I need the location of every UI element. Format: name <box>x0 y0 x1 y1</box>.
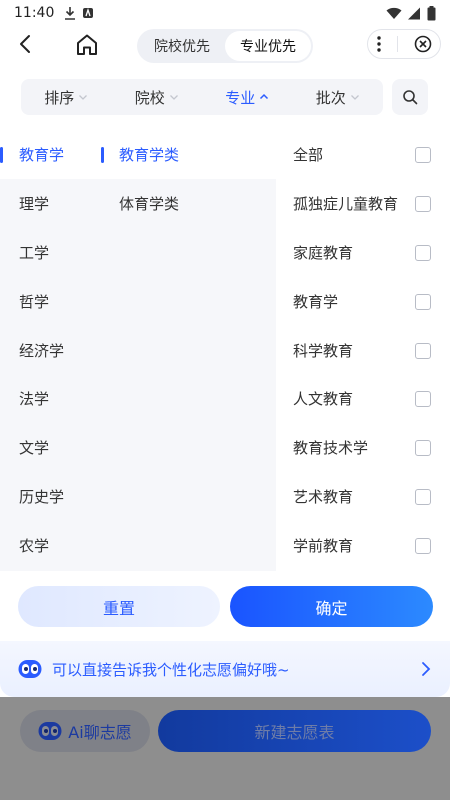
ai-chat-label: Ai聊志愿 <box>68 723 132 742</box>
battery-icon <box>427 5 436 20</box>
major-item[interactable]: 全部 <box>276 130 450 179</box>
dimmed-bottom-bar: Ai聊志愿 新建志愿表 <box>0 697 450 800</box>
ai-preference-banner[interactable]: 可以直接告诉我个性化志愿偏好哦~ <box>0 641 450 697</box>
filter-bar: 排序 院校 专业 批次 <box>21 79 383 115</box>
confirm-button[interactable]: 确定 <box>230 586 433 627</box>
subcategory-list: 教育学类 体育学类 <box>101 130 276 571</box>
filter-major[interactable]: 专业 <box>202 87 293 108</box>
back-arrow-icon <box>20 35 30 53</box>
discipline-item[interactable]: 经济学 <box>0 326 101 375</box>
discipline-item[interactable]: 历史学 <box>0 472 101 521</box>
close-icon[interactable] <box>414 35 432 53</box>
ai-chat-button[interactable]: Ai聊志愿 <box>20 710 150 752</box>
subcategory-item[interactable]: 体育学类 <box>101 179 276 228</box>
filter-major-label: 专业 <box>225 88 256 107</box>
back-button[interactable] <box>14 32 38 56</box>
major-item[interactable]: 家庭教育 <box>276 228 450 277</box>
chevron-right-icon <box>422 662 431 676</box>
download-icon <box>65 7 76 20</box>
major-checkbox[interactable] <box>415 489 431 506</box>
action-row: 重置 确定 <box>0 571 450 641</box>
filter-sort-label: 排序 <box>44 88 75 107</box>
chevron-down-icon <box>79 95 88 100</box>
filter-sort[interactable]: 排序 <box>21 87 112 108</box>
filter-school[interactable]: 院校 <box>112 87 203 108</box>
search-button[interactable] <box>392 79 428 115</box>
major-checkbox[interactable] <box>415 342 431 359</box>
discipline-item[interactable]: 农学 <box>0 521 101 570</box>
status-bar: 11:40 <box>0 0 450 26</box>
more-icon[interactable] <box>376 36 382 52</box>
filter-batch[interactable]: 批次 <box>293 87 384 108</box>
ai-assistant-icon <box>18 660 42 678</box>
discipline-item[interactable]: 理学 <box>0 179 101 228</box>
filter-school-label: 院校 <box>134 88 165 107</box>
major-label: 教育技术学 <box>293 439 369 458</box>
ai-banner-text: 可以直接告诉我个性化志愿偏好哦~ <box>52 660 290 679</box>
signal-icon <box>408 7 420 19</box>
major-label: 艺术教育 <box>293 488 354 507</box>
major-checkbox[interactable] <box>415 440 431 457</box>
status-time: 11:40 <box>14 5 55 21</box>
app-notification-icon <box>83 7 94 18</box>
discipline-item[interactable]: 文学 <box>0 423 101 472</box>
home-button[interactable] <box>74 32 100 58</box>
priority-segmented-control: 院校优先 专业优先 <box>137 29 313 63</box>
major-item[interactable]: 孤独症儿童教育 <box>276 179 450 228</box>
chevron-down-icon <box>169 95 178 100</box>
major-label: 学前教育 <box>293 537 354 556</box>
discipline-item[interactable]: 法学 <box>0 374 101 423</box>
discipline-item[interactable]: 哲学 <box>0 277 101 326</box>
segment-major-priority[interactable]: 专业优先 <box>225 31 311 61</box>
ai-assistant-icon <box>38 722 62 740</box>
major-item[interactable]: 学前教育 <box>276 521 450 570</box>
wifi-icon <box>386 7 402 19</box>
major-label: 孤独症儿童教育 <box>293 194 399 213</box>
mini-program-capsule <box>367 29 441 59</box>
major-label: 科学教育 <box>293 341 354 360</box>
major-list: 全部 孤独症儿童教育 家庭教育 教育学 科学教育 人文教育 教育技术学 艺术教育… <box>276 130 450 571</box>
new-application-form-button[interactable]: 新建志愿表 <box>158 710 431 752</box>
major-checkbox[interactable] <box>415 293 431 310</box>
major-item[interactable]: 科学教育 <box>276 326 450 375</box>
home-icon <box>77 34 97 55</box>
chevron-down-icon <box>350 95 359 100</box>
major-checkbox[interactable] <box>415 538 431 555</box>
segment-school-priority[interactable]: 院校优先 <box>139 31 225 61</box>
major-checkbox[interactable] <box>415 195 431 212</box>
major-label: 家庭教育 <box>293 243 354 262</box>
major-checkbox[interactable] <box>415 147 431 163</box>
subcategory-item[interactable]: 教育学类 <box>101 130 276 179</box>
discipline-list: 教育学 理学 工学 哲学 经济学 法学 文学 历史学 农学 <box>0 130 101 571</box>
filter-batch-label: 批次 <box>315 88 346 107</box>
major-checkbox[interactable] <box>415 391 431 408</box>
major-item[interactable]: 艺术教育 <box>276 472 450 521</box>
major-item[interactable]: 教育学 <box>276 277 450 326</box>
major-item[interactable]: 人文教育 <box>276 374 450 423</box>
header: 院校优先 专业优先 <box>0 26 450 66</box>
reset-button[interactable]: 重置 <box>18 586 220 627</box>
search-icon <box>403 90 418 105</box>
major-item[interactable]: 教育技术学 <box>276 423 450 472</box>
major-label: 教育学 <box>293 292 339 311</box>
major-label: 人文教育 <box>293 390 354 409</box>
discipline-item[interactable]: 教育学 <box>0 130 101 179</box>
chevron-up-icon <box>260 93 269 100</box>
major-label: 全部 <box>293 145 324 164</box>
major-checkbox[interactable] <box>415 244 431 261</box>
capsule-divider <box>397 36 399 52</box>
discipline-item[interactable]: 工学 <box>0 228 101 277</box>
